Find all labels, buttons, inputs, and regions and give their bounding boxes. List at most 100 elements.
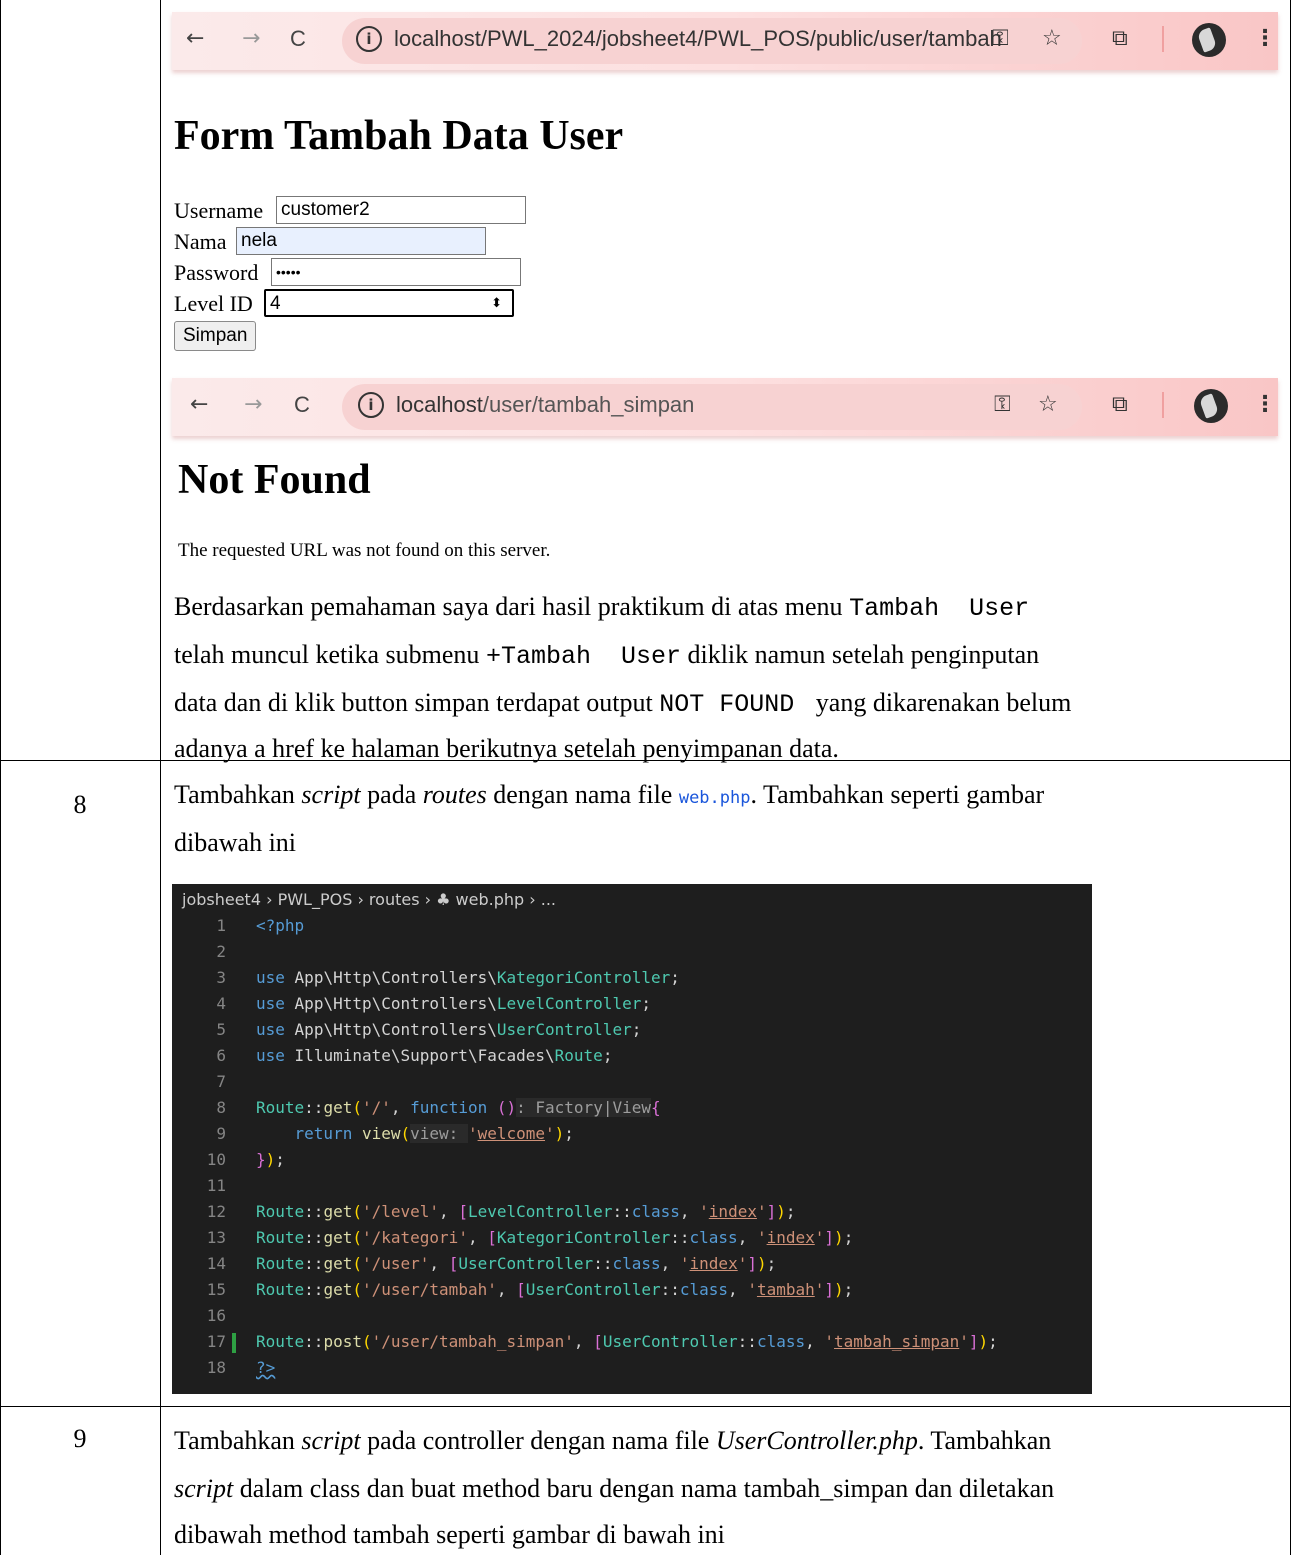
- italic-text: script: [174, 1474, 234, 1503]
- site-info-icon[interactable]: i: [358, 392, 384, 418]
- line-number: 18: [206, 1358, 226, 1377]
- explanation-line: adanya a href ke halaman berikutnya sete…: [174, 734, 839, 763]
- editor-breadcrumb: jobsheet4 › PWL_POS › routes › ♣ web.php…: [182, 890, 556, 909]
- code-line: 8 Route::get('/', function (): Factory|Vi…: [172, 1096, 661, 1120]
- text-span: dengan nama file: [486, 780, 679, 809]
- text-span: data dan di klik button simpan terdapat …: [174, 688, 660, 717]
- star-icon[interactable]: ☆: [1042, 26, 1062, 51]
- line-number: 16: [206, 1306, 226, 1325]
- code-editor: jobsheet4 › PWL_POS › routes › ♣ web.php…: [172, 884, 1092, 1394]
- explanation-line: data dan di klik button simpan terdapat …: [174, 688, 1071, 719]
- code-line: 1 <?php: [172, 914, 304, 938]
- toolbar-separator: [1162, 26, 1164, 52]
- url-text[interactable]: localhost/user/tambah_simpan: [396, 392, 694, 418]
- profile-avatar[interactable]: [1194, 389, 1228, 423]
- toolbar-separator: [1162, 392, 1164, 418]
- code-line: 14 Route::get('/user', [UserController::c…: [172, 1252, 777, 1276]
- line-number: 6: [216, 1046, 226, 1065]
- level-label: Level ID: [174, 291, 253, 316]
- inline-code: NOT FOUND: [659, 690, 810, 719]
- error-title: Not Found: [178, 457, 371, 503]
- code-line: 13 Route::get('/kategori', [KategoriContr…: [172, 1226, 854, 1250]
- more-menu-icon[interactable]: ⋮: [1254, 392, 1276, 417]
- line-number: 8: [216, 1098, 226, 1117]
- code-line: 10});: [172, 1148, 285, 1172]
- explanation-line: telah muncul ketika submenu +Tambah User…: [174, 640, 1039, 671]
- username-input[interactable]: customer2: [276, 196, 526, 224]
- nama-input[interactable]: nela: [236, 227, 486, 255]
- text-span: dalam class dan buat method baru dengan …: [233, 1474, 1055, 1503]
- extensions-icon[interactable]: ⧉: [1112, 392, 1128, 417]
- extensions-icon[interactable]: ⧉: [1112, 26, 1128, 51]
- line-number: 7: [216, 1072, 226, 1091]
- line-number: 13: [206, 1228, 226, 1247]
- code-line: 12 Route::get('/level', [LevelController:…: [172, 1200, 796, 1224]
- site-info-icon[interactable]: i: [356, 26, 382, 52]
- table-border-mid: [160, 0, 161, 1555]
- line-number: 11: [206, 1176, 226, 1195]
- code-line: 18 ?>: [172, 1356, 276, 1380]
- step8-line: Tambahkan script pada routes dengan nama…: [174, 780, 1044, 810]
- level-value: 4: [270, 293, 281, 314]
- step9-line: script dalam class dan buat method baru …: [174, 1474, 1054, 1504]
- forward-icon[interactable]: →: [242, 26, 260, 51]
- explanation-line: Berdasarkan pemahaman saya dari hasil pr…: [174, 592, 1029, 623]
- line-number: 4: [216, 994, 226, 1013]
- back-icon[interactable]: ←: [190, 392, 208, 417]
- italic-text: script: [301, 780, 361, 809]
- code-line: 2: [172, 940, 256, 964]
- code-line: 15 Route::get('/user/tambah', [UserContro…: [172, 1278, 854, 1302]
- reload-icon[interactable]: C: [290, 26, 306, 52]
- line-number: 17: [206, 1332, 226, 1351]
- reload-icon[interactable]: C: [294, 392, 310, 418]
- simpan-button[interactable]: Simpan: [174, 321, 257, 351]
- text-span: pada: [360, 780, 423, 809]
- password-label: Password: [174, 260, 259, 285]
- code-line: 7: [172, 1070, 256, 1094]
- inline-code: +Tambah User: [485, 642, 681, 671]
- step8-line: dibawah ini: [174, 828, 297, 857]
- code-line: 3 use App\Http\Controllers\KategoriContro…: [172, 966, 680, 990]
- row-divider: [0, 1406, 1291, 1407]
- nama-label: Nama: [174, 229, 227, 254]
- text-span: yang dikarenakan belum: [809, 688, 1072, 717]
- text-span: diklik namun setelah penginputan: [680, 640, 1040, 669]
- star-icon[interactable]: ☆: [1038, 392, 1058, 417]
- text-span: . Tambahkan seperti gambar: [750, 780, 1045, 809]
- step9-line: Tambahkan script pada controller dengan …: [174, 1426, 1051, 1456]
- line-number: 1: [216, 916, 226, 935]
- back-icon[interactable]: ←: [186, 26, 204, 51]
- text-span: Tambahkan: [174, 780, 302, 809]
- username-label: Username: [174, 198, 264, 223]
- browser-toolbar: ← → C i localhost/user/tambah_simpan ⚿ ☆…: [172, 378, 1278, 436]
- text-span: Berdasarkan pemahaman saya dari hasil pr…: [174, 592, 850, 621]
- profile-avatar[interactable]: [1192, 23, 1226, 57]
- line-number: 12: [206, 1202, 226, 1221]
- italic-text: script: [301, 1426, 361, 1455]
- key-icon[interactable]: ⚿: [994, 392, 1011, 417]
- line-number: 3: [216, 968, 226, 987]
- key-icon[interactable]: ⚿: [992, 26, 1009, 51]
- line-number: 15: [206, 1280, 226, 1299]
- text-span: pada controller dengan nama file: [360, 1426, 716, 1455]
- url-path: /user/tambah_simpan: [482, 392, 695, 417]
- code-line: 6 use Illuminate\Support\Facades\Route;: [172, 1044, 612, 1068]
- inline-code: web.php: [678, 788, 751, 808]
- browser-toolbar: ← → C i localhost/PWL_2024/jobsheet4/PWL…: [172, 12, 1278, 70]
- code-line: 5 use App\Http\Controllers\UserController…: [172, 1018, 641, 1042]
- step9-line: dibawah method tambah seperti gambar di …: [174, 1520, 725, 1549]
- document-table: ← → C i localhost/PWL_2024/jobsheet4/PWL…: [0, 0, 1291, 1555]
- line-number: 2: [216, 942, 226, 961]
- more-menu-icon[interactable]: ⋮: [1254, 26, 1276, 51]
- step-number: 9: [73, 1424, 87, 1453]
- url-text[interactable]: localhost/PWL_2024/jobsheet4/PWL_POS/pub…: [394, 26, 1002, 52]
- inline-code: Tambah User: [849, 594, 1030, 623]
- code-line: 9 return view(view: 'welcome');: [172, 1122, 574, 1146]
- password-input[interactable]: •••••: [271, 258, 521, 286]
- error-message: The requested URL was not found on this …: [178, 540, 551, 561]
- line-number: 14: [206, 1254, 226, 1273]
- spinner-icon[interactable]: ⬍: [491, 291, 502, 317]
- text-span: telah muncul ketika submenu: [174, 640, 486, 669]
- forward-icon[interactable]: →: [244, 392, 262, 417]
- level-number-input[interactable]: 4 ⬍: [264, 289, 514, 317]
